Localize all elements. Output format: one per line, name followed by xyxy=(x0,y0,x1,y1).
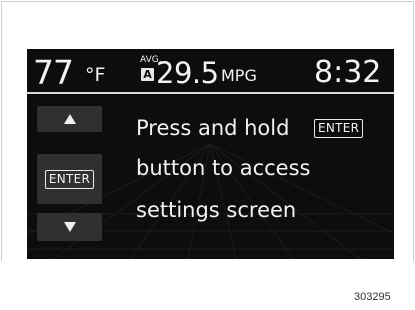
temperature-unit: °F xyxy=(85,64,106,86)
enter-button[interactable]: ENTER xyxy=(37,154,102,204)
multi-information-display: 77 °F AVG. A 29.5 MPG 8:32 ENTER Press a… xyxy=(27,49,394,259)
triangle-up-icon xyxy=(63,114,76,124)
scroll-down-button[interactable] xyxy=(37,213,102,241)
triangle-down-icon xyxy=(63,222,76,232)
clock: 8:32 xyxy=(314,55,382,90)
average-fuel-economy: 29.5 xyxy=(156,56,219,90)
message-line-2: button to access xyxy=(136,156,311,180)
status-divider xyxy=(27,92,394,94)
trip-a-badge: A xyxy=(141,68,154,81)
figure-number: 303295 xyxy=(354,291,391,303)
inline-enter-label: ENTER xyxy=(314,119,364,138)
message-line-3: settings screen xyxy=(136,198,297,222)
message-line-1: Press and hold xyxy=(136,116,290,140)
enter-button-label: ENTER xyxy=(44,169,95,189)
fuel-economy-unit: MPG xyxy=(221,66,257,85)
outside-temperature: 77 xyxy=(33,53,74,92)
scroll-up-button[interactable] xyxy=(37,106,102,132)
